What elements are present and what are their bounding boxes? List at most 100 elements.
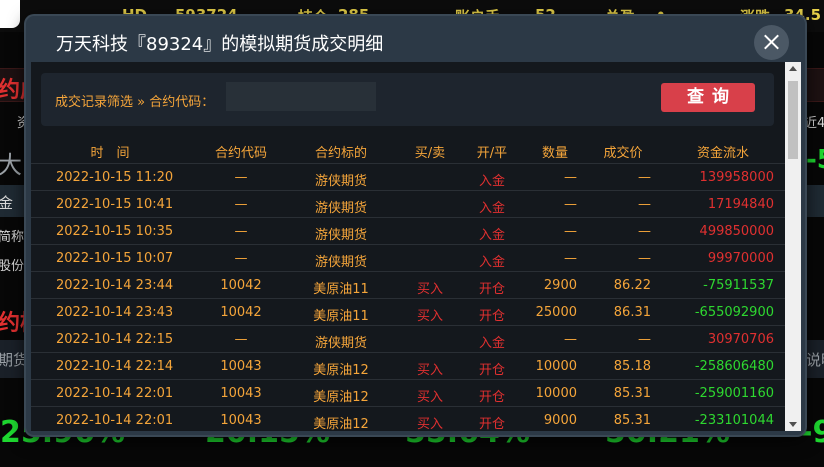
cell-quantity: — [564,251,577,266]
table-row: 2022-10-15 11:20 — 游侠期货 入金 — — 139958000 [31,163,791,190]
column-header-buy-sell: 买/卖 [414,146,446,161]
cell-price: 85.31 [613,413,651,428]
cell-time: 2022-10-15 11:20 [56,170,174,185]
cell-open-close: 开仓 [478,363,506,378]
cell-fund-flow: 139958000 [699,170,774,185]
column-header-quantity: 数量 [541,146,569,161]
cell-open-close: 入金 [478,336,506,351]
cell-fund-flow: -258606480 [694,359,774,374]
bg-label: -5 [806,145,824,175]
scroll-down-icon[interactable] [789,422,797,427]
column-header-code: 合约代码 [214,146,268,161]
cell-contract-code: 10043 [220,386,262,401]
cell-contract-name: 游侠期货 [314,228,368,243]
bg-label: 近4 [804,116,824,131]
table-row: 2022-10-14 23:44 10042 美原油11 买入 开仓 2900 86.22 -… [31,271,791,298]
cell-contract-code: — [234,332,248,347]
vertical-scrollbar[interactable] [785,62,801,431]
cell-quantity: 25000 [535,305,577,320]
column-header-open-close: 开/平 [476,146,508,161]
bg-label: 简称 [0,230,25,245]
bg-label: 期货 [0,351,29,369]
cell-open-close: 入金 [478,228,506,243]
cell-contract-name: 美原油11 [313,309,369,324]
cell-open-close: 入金 [478,201,506,216]
cell-open-close: 开仓 [478,417,506,431]
cell-price: 86.22 [613,278,651,293]
cell-contract-name: 美原油11 [313,282,369,297]
cell-contract-name: 游侠期货 [314,201,368,216]
cell-time: 2022-10-15 10:35 [56,224,174,239]
cell-fund-flow: 17194840 [707,197,774,212]
column-header-time: 时 间 [90,146,130,161]
cell-fund-flow: -233101044 [694,413,774,428]
bg-label: 说明 [806,351,824,369]
bg-label: 金 [0,194,14,212]
table-row: 2022-10-14 22:14 10043 美原油12 买入 开仓 10000 85.18… [31,352,791,379]
table-row: 2022-10-14 23:43 10042 美原油11 买入 开仓 25000 86.31… [31,298,791,325]
cell-contract-name: 美原油12 [313,390,369,405]
cell-quantity: — [564,197,577,212]
cell-contract-name: 游侠期货 [314,336,368,351]
cell-time: 2022-10-14 23:43 [56,305,174,320]
column-header-price: 成交价 [603,146,643,161]
cell-price: — [638,224,651,239]
cell-price: 86.31 [613,305,651,320]
filter-label: 成交记录筛选 » 合约代码： [55,95,215,110]
scrollbar-thumb[interactable] [788,81,798,159]
cell-contract-code: 10042 [220,278,262,293]
cell-contract-code: — [234,170,248,185]
cell-buy-sell: 买入 [416,363,444,378]
cell-time: 2022-10-15 10:41 [56,197,174,212]
cell-quantity: 9000 [543,413,577,428]
cell-price: — [638,170,651,185]
cell-open-close: 开仓 [478,390,506,405]
table-header: 时 间 合约代码 合约标的 买/卖 开/平 数量 成交价 资金流水 [31,135,791,163]
cell-time: 2022-10-14 23:44 [56,278,174,293]
bg-label: 大 [0,151,22,179]
table-row: 2022-10-15 10:41 — 游侠期货 入金 — — 17194840 [31,190,791,217]
cell-price: — [638,251,651,266]
query-button[interactable]: 查询 [661,83,755,112]
column-header-fund-flow: 资金流水 [696,146,750,161]
cell-quantity: 10000 [535,386,577,401]
cell-quantity: — [564,224,577,239]
close-icon[interactable] [754,25,789,60]
cell-quantity: — [564,170,577,185]
cell-quantity: 10000 [535,359,577,374]
cell-fund-flow: -75911537 [703,278,774,293]
cell-time: 2022-10-14 22:14 [56,359,174,374]
cell-quantity: 2900 [543,278,577,293]
cell-time: 2022-10-14 22:15 [56,332,174,347]
column-header-name: 合约标的 [314,146,368,161]
trade-detail-dialog: 万天科技『89324』的模拟期货成交明细 成交记录筛选 » 合约代码： 查询 时… [26,16,805,435]
dialog-content: 成交记录筛选 » 合约代码： 查询 时 间 合约代码 合约标的 买/卖 开/平 … [31,62,801,431]
contract-code-input[interactable] [226,82,376,111]
cell-fund-flow: 30970706 [707,332,774,347]
cell-contract-code: 10043 [220,359,262,374]
trade-table-body: 2022-10-15 11:20— 游侠期货 入金 — —139958000 2022-1… [31,163,791,431]
cell-open-close: 开仓 [478,282,506,297]
cell-fund-flow: 99970000 [707,251,774,266]
cell-price: 85.31 [613,386,651,401]
cell-buy-sell: 买入 [416,309,444,324]
cell-open-close: 入金 [478,255,506,270]
cell-contract-code: 10043 [220,413,262,428]
cell-fund-flow: 499850000 [699,224,774,239]
cell-contract-code: — [234,197,248,212]
scroll-up-icon[interactable] [789,66,797,71]
cell-price: 85.18 [613,359,651,374]
cell-contract-name: 美原油12 [313,417,369,431]
cell-contract-code: — [234,251,248,266]
cell-contract-name: 游侠期货 [314,255,368,270]
table-row: 2022-10-15 10:35 — 游侠期货 入金 — — 499850000 [31,217,791,244]
cell-buy-sell: 买入 [416,417,444,431]
cell-open-close: 入金 [478,174,506,189]
cell-buy-sell: 买入 [416,282,444,297]
cell-fund-flow: -259001160 [694,386,774,401]
bg-corner-tab [0,0,20,28]
filter-bar: 成交记录筛选 » 合约代码： 查询 [41,73,774,126]
cell-buy-sell: 买入 [416,390,444,405]
cell-contract-name: 游侠期货 [314,174,368,189]
cell-contract-code: 10042 [220,305,262,320]
